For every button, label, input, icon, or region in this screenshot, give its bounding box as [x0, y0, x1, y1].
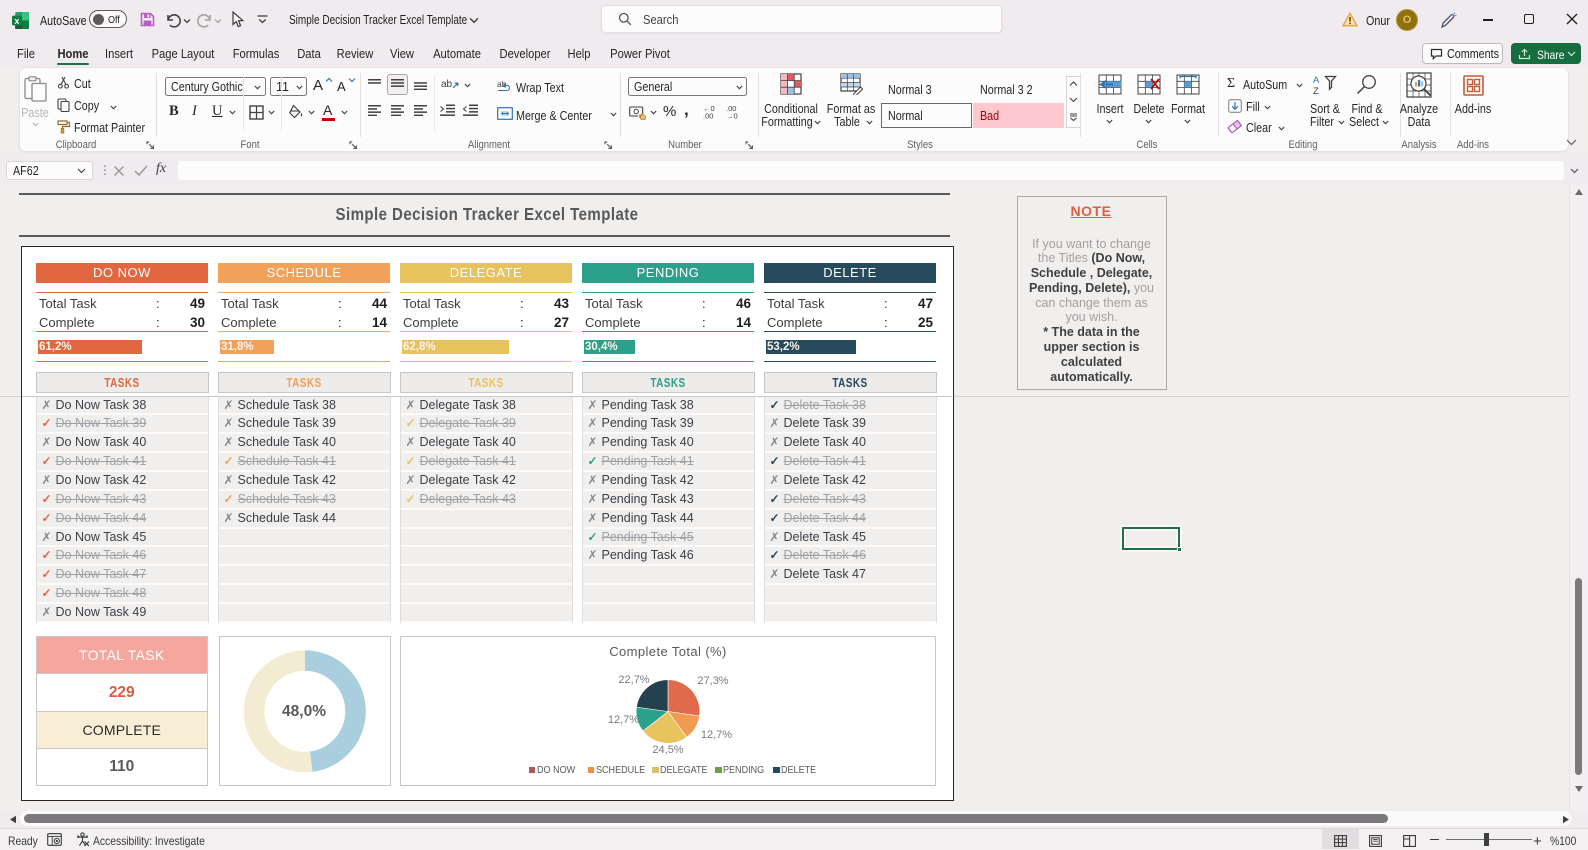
svg-text:Z: Z	[1313, 86, 1319, 96]
svg-text:x: x	[14, 16, 19, 26]
svg-text:.00: .00	[703, 112, 713, 120]
svg-text:→0: →0	[726, 112, 738, 120]
svg-text:A: A	[1313, 75, 1320, 86]
svg-text:ab: ab	[441, 79, 453, 90]
